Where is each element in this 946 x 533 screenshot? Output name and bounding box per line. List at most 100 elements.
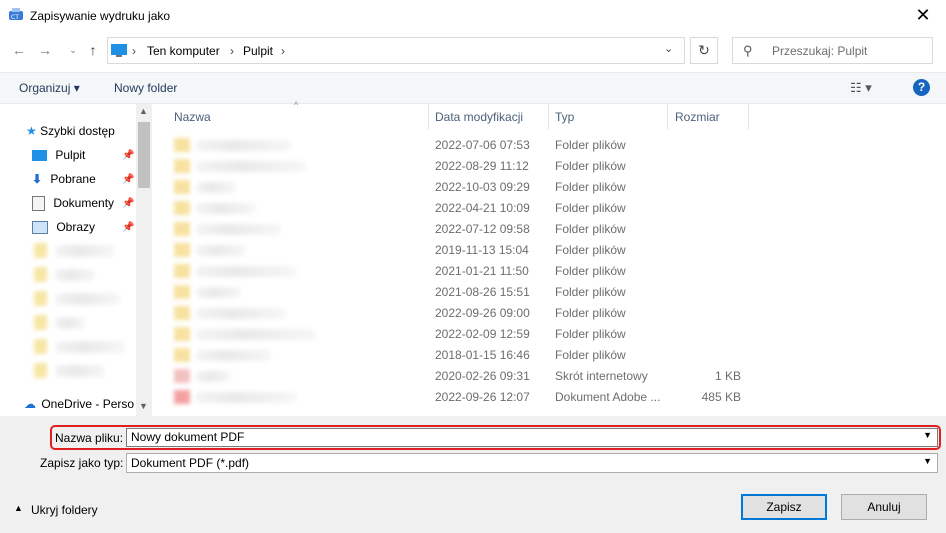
sidebar-item-redacted[interactable] [55, 317, 85, 329]
cancel-button[interactable]: Anuluj [841, 494, 927, 520]
breadcrumb-this-pc[interactable]: Ten komputer [147, 44, 220, 58]
column-separator[interactable] [748, 104, 749, 130]
file-size: 485 KB [701, 390, 741, 404]
file-name-redacted [196, 266, 296, 277]
pictures-icon [32, 221, 48, 235]
folder-icon [174, 138, 190, 152]
search-icon: ⚲ [743, 43, 753, 58]
table-row[interactable]: 2022-10-03 09:29 Folder plików [152, 177, 938, 198]
file-type: Folder plików [555, 138, 626, 152]
address-bar[interactable]: › Ten komputer › Pulpit › ⌄ [107, 37, 685, 64]
sidebar-item-redacted[interactable] [55, 269, 95, 281]
app-icon: CT [9, 8, 23, 21]
sidebar-item-desktop[interactable]: Pulpit [32, 144, 85, 166]
column-header-date[interactable]: Data modyfikacji [435, 104, 523, 130]
organize-button[interactable]: Organizuj ▾ [19, 81, 80, 95]
sort-ascending-icon: ^ [294, 100, 299, 110]
filename-input[interactable]: Nowy dokument PDF ▼ [126, 428, 938, 447]
recent-locations-chevron-icon[interactable]: ⌄ [64, 41, 82, 59]
breadcrumb-desktop[interactable]: Pulpit [243, 44, 273, 58]
help-icon[interactable]: ? [913, 79, 930, 96]
table-row[interactable]: 2022-04-21 10:09 Folder plików [152, 198, 938, 219]
file-date: 2022-07-12 09:58 [435, 222, 530, 236]
column-header-name[interactable]: Nazwa [174, 104, 211, 130]
folder-icon [174, 264, 190, 278]
up-arrow-icon[interactable]: ↑ [84, 41, 102, 59]
search-input[interactable]: ⚲ Przeszukaj: Pulpit [732, 37, 933, 64]
column-separator[interactable] [428, 104, 429, 130]
breadcrumb-separator-icon: › [230, 44, 234, 58]
file-date: 2022-07-06 07:53 [435, 138, 530, 152]
scroll-up-icon[interactable]: ▲ [139, 106, 148, 116]
sidebar-item-quick-access[interactable]: ★ Szybki dostęp [26, 120, 115, 142]
column-header-type[interactable]: Typ [555, 104, 574, 130]
forward-arrow-icon[interactable]: → [36, 41, 54, 59]
file-type: Folder plików [555, 348, 626, 362]
filetype-label: Zapisz jako typ: [40, 456, 124, 470]
file-date: 2022-10-03 09:29 [435, 180, 530, 194]
cloud-icon: ☁ [24, 397, 36, 411]
chevron-up-icon[interactable]: ▲ [14, 503, 23, 513]
table-row[interactable]: 2022-07-06 07:53 Folder plików [152, 135, 938, 156]
filetype-dropdown-icon[interactable]: ▼ [923, 456, 932, 466]
file-name-redacted [196, 182, 236, 193]
column-separator[interactable] [667, 104, 668, 130]
filename-value: Nowy dokument PDF [131, 430, 245, 444]
breadcrumb-separator-icon: › [281, 44, 285, 58]
table-row[interactable]: 2022-07-12 09:58 Folder plików [152, 219, 938, 240]
sidebar-item-downloads[interactable]: ⬇ Pobrane [32, 168, 96, 190]
table-row[interactable]: 2021-08-26 15:51 Folder plików [152, 282, 938, 303]
sidebar-item-label: Dokumenty [53, 196, 115, 210]
column-header-size[interactable]: Rozmiar [675, 104, 720, 130]
file-name-redacted [196, 350, 271, 361]
breadcrumb-separator-icon: › [132, 44, 136, 58]
table-row[interactable]: 2021-01-21 11:50 Folder plików [152, 261, 938, 282]
svg-text:CT: CT [11, 14, 19, 21]
desktop-icon [32, 150, 47, 162]
pin-icon: 📌 [122, 222, 135, 233]
file-type: Skrót internetowy [555, 369, 648, 383]
folder-icon [34, 243, 47, 258]
back-arrow-icon[interactable]: ← [10, 41, 28, 59]
file-name-redacted [196, 245, 246, 256]
view-options-icon[interactable]: ☷ ▾ [850, 80, 872, 96]
sidebar-item-documents[interactable]: Dokumenty [32, 192, 114, 214]
close-icon[interactable]: ✕ [908, 0, 938, 30]
table-row[interactable]: 2022-09-26 09:00 Folder plików [152, 303, 938, 324]
sidebar-item-redacted[interactable] [55, 293, 120, 305]
sidebar-item-label: Pulpit [55, 148, 86, 162]
file-type: Folder plików [555, 201, 626, 215]
sidebar-item-redacted[interactable] [55, 365, 105, 377]
refresh-icon[interactable]: ↻ [690, 37, 718, 64]
sidebar-scrollbar-thumb[interactable] [138, 122, 150, 188]
file-type: Folder plików [555, 243, 626, 257]
sidebar-item-onedrive[interactable]: ☁ OneDrive - Perso [24, 393, 134, 415]
filename-dropdown-icon[interactable]: ▼ [923, 430, 932, 440]
table-row[interactable]: 2018-01-15 16:46 Folder plików [152, 345, 938, 366]
scroll-down-icon[interactable]: ▼ [139, 401, 148, 411]
sidebar-item-label: OneDrive - Perso [41, 397, 135, 411]
file-type: Folder plików [555, 159, 626, 173]
table-row[interactable]: 2022-09-26 12:07 Dokument Adobe ... 485 KB [152, 387, 938, 408]
table-row[interactable]: 2022-02-09 12:59 Folder plików [152, 324, 938, 345]
column-separator[interactable] [548, 104, 549, 130]
sidebar-item-label: Szybki dostęp [40, 124, 115, 138]
sidebar-item-pictures[interactable]: Obrazy [32, 216, 95, 238]
filetype-select[interactable]: Dokument PDF (*.pdf) ▼ [126, 453, 938, 473]
folder-icon [174, 201, 190, 215]
table-row[interactable]: 2019-11-13 15:04 Folder plików [152, 240, 938, 261]
folder-icon [174, 285, 190, 299]
computer-icon [111, 44, 127, 57]
file-name-redacted [196, 308, 286, 319]
table-row[interactable]: 2022-08-29 11:12 Folder plików [152, 156, 938, 177]
address-dropdown-chevron-icon[interactable]: ⌄ [664, 42, 673, 55]
star-icon: ★ [26, 124, 37, 138]
window-title: Zapisywanie wydruku jako [30, 9, 171, 23]
sidebar-item-redacted[interactable] [55, 245, 115, 257]
save-button[interactable]: Zapisz [741, 494, 827, 520]
new-folder-button[interactable]: Nowy folder [114, 81, 177, 95]
hide-folders-button[interactable]: Ukryj foldery [31, 503, 98, 517]
table-row[interactable]: 2020-02-26 09:31 Skrót internetowy 1 KB [152, 366, 938, 387]
filename-label: Nazwa pliku: [55, 431, 124, 445]
sidebar-item-redacted[interactable] [55, 341, 125, 353]
